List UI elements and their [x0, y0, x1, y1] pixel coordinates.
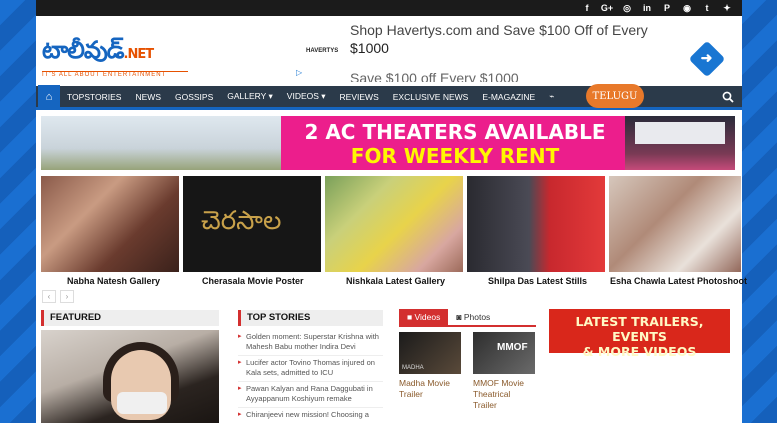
banner-theater-image: [625, 116, 735, 170]
ad-arrow-button[interactable]: ➜: [688, 40, 726, 78]
nav-reviews[interactable]: REVIEWS: [333, 92, 386, 102]
ad-line3: Save $100 off Every $1000: [350, 70, 519, 82]
nav-exclusive-news[interactable]: EXCLUSIVE NEWS: [386, 92, 476, 102]
gallery-next-button[interactable]: ›: [60, 290, 74, 303]
logo-text: టాలీవుడ్: [42, 36, 125, 64]
nav-emagazine[interactable]: E-MAGAZINE: [475, 92, 542, 102]
ad-line1: Shop Havertys.com and Save $100 Off of E…: [350, 24, 648, 38]
page-background-left: [0, 0, 36, 423]
logo-tagline: IT'S ALL ABOUT ENTERTAINMENT: [42, 71, 188, 78]
gallery-item[interactable]: [325, 176, 463, 272]
site-logo[interactable]: టాలీవుడ్.NET IT'S ALL ABOUT ENTERTAINMEN…: [42, 36, 188, 78]
site-header: టాలీవుడ్.NET IT'S ALL ABOUT ENTERTAINMEN…: [36, 16, 742, 86]
logo-net: .NET: [123, 47, 155, 62]
main-nav: ⌂ TOPSTORIES NEWS GOSSIPS GALLERY ▾ VIDE…: [36, 84, 742, 110]
trailers-promo-banner[interactable]: LATEST TRAILERS, EVENTS & MORE VIDEOS: [549, 309, 730, 359]
gallery-caption[interactable]: Esha Chawla Latest Photoshoot: [610, 276, 747, 286]
gallery-prev-button[interactable]: ‹: [42, 290, 56, 303]
search-icon[interactable]: [722, 91, 734, 103]
promo-line2: & MORE VIDEOS: [582, 344, 697, 359]
video-item[interactable]: MMOF MMOF Movie Theatrical Trailer: [473, 332, 535, 411]
header-ad[interactable]: HAVERTYS Shop Havertys.com and Save $100…: [294, 24, 734, 82]
nav-topstories[interactable]: TOPSTORIES: [60, 92, 128, 102]
story-link[interactable]: Golden moment: Superstar Krishna with Ma…: [238, 330, 383, 356]
nav-gossips[interactable]: GOSSIPS: [168, 92, 220, 102]
gallery-caption[interactable]: Nabha Natesh Gallery: [67, 276, 160, 286]
tumblr-icon[interactable]: t: [698, 3, 716, 13]
banner-building-image: [41, 116, 281, 170]
nav-news[interactable]: NEWS: [128, 92, 168, 102]
video-thumbnail[interactable]: MADHA: [399, 332, 461, 374]
social-topbar: f G+ ◎ in P ◉ t ✦: [36, 0, 742, 16]
video-item[interactable]: MADHA Madha Movie Trailer: [399, 332, 461, 411]
telugu-button[interactable]: TELUGU: [586, 84, 644, 108]
banner-line2: FOR WEEKLY RENT: [350, 144, 560, 168]
tab-videos[interactable]: ■ Videos: [399, 309, 449, 325]
gallery-item[interactable]: [609, 176, 741, 272]
pinterest-icon[interactable]: P: [658, 3, 676, 13]
arrow-right-icon: ➜: [700, 49, 713, 66]
featured-image[interactable]: [41, 330, 219, 423]
promo-line1: LATEST TRAILERS, EVENTS: [575, 314, 704, 344]
story-link[interactable]: Chiranjeevi new mission! Choosing a: [238, 408, 383, 423]
story-link[interactable]: Lucifer actor Tovino Thomas injured on K…: [238, 356, 383, 382]
media-tabs: ■ Videos ◙ Photos: [399, 309, 536, 327]
rss-icon[interactable]: ⌁: [542, 91, 561, 102]
ad-brand: HAVERTYS: [306, 48, 339, 54]
page-background-right: [741, 0, 777, 423]
featured-heading: FEATURED: [41, 310, 219, 326]
instagram-icon[interactable]: ◎: [618, 3, 636, 14]
topstories-list: Golden moment: Superstar Krishna with Ma…: [238, 330, 383, 423]
adchoices-icon[interactable]: ▷: [296, 68, 302, 77]
gallery-item[interactable]: [467, 176, 605, 272]
linkedin-icon[interactable]: in: [638, 3, 656, 13]
gallery-item[interactable]: [41, 176, 179, 272]
nav-videos[interactable]: VIDEOS ▾: [280, 91, 333, 102]
twitter-icon[interactable]: ✦: [718, 3, 736, 14]
video-camera-icon: ■: [407, 312, 415, 322]
video-caption[interactable]: MMOF Movie Theatrical Trailer: [473, 378, 535, 411]
facebook-icon[interactable]: f: [578, 3, 596, 13]
reddit-icon[interactable]: ◉: [678, 3, 696, 14]
banner-line1: 2 AC THEATERS AVAILABLE: [304, 120, 606, 144]
gallery-carousel: చెరసాల: [41, 176, 741, 272]
story-link[interactable]: Pawan Kalyan and Rana Daggubati in Ayyap…: [238, 382, 383, 408]
rent-banner[interactable]: 2 AC THEATERS AVAILABLE FOR WEEKLY RENT: [41, 116, 735, 170]
page-container: f G+ ◎ in P ◉ t ✦ టాలీవుడ్.NET IT'S ALL …: [36, 0, 747, 423]
video-list: MADHA Madha Movie Trailer MMOF MMOF Movi…: [399, 332, 539, 411]
home-icon[interactable]: ⌂: [38, 84, 60, 109]
nav-gallery[interactable]: GALLERY ▾: [220, 91, 280, 102]
gallery-caption[interactable]: Cherasala Movie Poster: [202, 276, 304, 286]
video-thumbnail[interactable]: MMOF: [473, 332, 535, 374]
ad-line2: $1000: [350, 40, 389, 56]
gallery-item[interactable]: చెరసాల: [183, 176, 321, 272]
gallery-caption[interactable]: Shilpa Das Latest Stills: [488, 276, 587, 286]
google-plus-icon[interactable]: G+: [598, 3, 616, 13]
gallery-caption[interactable]: Nishkala Latest Gallery: [346, 276, 445, 286]
topstories-heading: TOP STORIES: [238, 310, 383, 326]
tab-photos[interactable]: ◙ Photos: [448, 309, 498, 325]
camera-icon: ◙: [456, 312, 464, 322]
video-caption[interactable]: Madha Movie Trailer: [399, 378, 461, 400]
